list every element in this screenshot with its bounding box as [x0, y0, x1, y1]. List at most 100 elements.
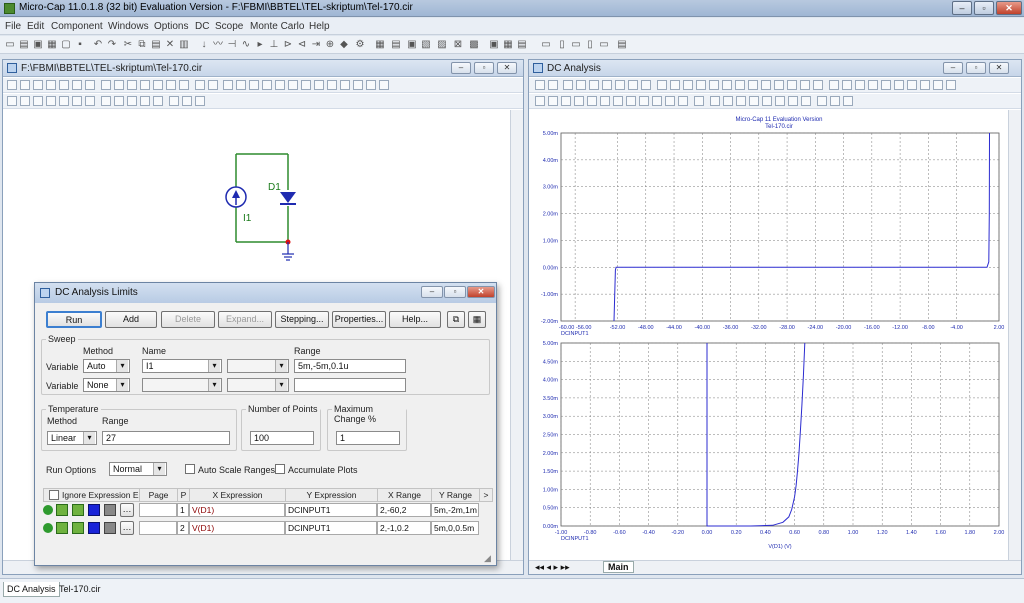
power-icon[interactable] — [166, 80, 176, 90]
global-high-icon[interactable] — [626, 96, 636, 106]
auto-scale-checkbox[interactable] — [185, 464, 195, 474]
row-y-range-cell[interactable]: 5m,-2m,1m — [431, 503, 479, 517]
row-enabled-icon[interactable] — [43, 505, 53, 515]
wire-icon[interactable]: ⊠ — [452, 39, 464, 51]
row-axis-icon[interactable] — [72, 504, 84, 516]
diode-symbol[interactable] — [280, 192, 296, 203]
tab-nav-arrows[interactable]: ◂◂ ◂ ▸ ▸▸ — [535, 562, 570, 573]
row-y-expression-cell[interactable]: DCINPUT1 — [285, 521, 377, 535]
tab-main[interactable]: Main — [603, 561, 634, 573]
menu-options[interactable]: Options — [154, 21, 188, 32]
row-y-expression-cell[interactable]: DCINPUT1 — [285, 503, 377, 517]
voltages-icon[interactable] — [140, 80, 150, 90]
select-icon[interactable] — [7, 80, 17, 90]
delete-button[interactable]: Delete — [161, 311, 215, 328]
page-icon[interactable] — [340, 80, 350, 90]
row-more-button[interactable]: … — [120, 521, 134, 535]
zoom-out-plot-icon[interactable] — [775, 96, 785, 106]
refresh-icon[interactable] — [101, 96, 111, 106]
wire-mode-icon[interactable] — [20, 80, 30, 90]
analysis-list-icon[interactable] — [868, 80, 878, 90]
open-file-icon[interactable]: ▤ — [18, 39, 30, 51]
opamp-icon[interactable]: ⇥ — [310, 39, 322, 51]
copy-icon[interactable]: ⧉ — [136, 39, 148, 51]
analysis-stepping-icon[interactable] — [683, 80, 693, 90]
cursor-right-icon[interactable] — [548, 96, 558, 106]
pan-icon[interactable] — [153, 96, 163, 106]
restore-icon[interactable]: ▫ — [974, 1, 994, 15]
zoom-box-icon[interactable]: ▣ — [488, 39, 500, 51]
grid-icon[interactable]: ▦ — [374, 39, 386, 51]
model-icon[interactable] — [288, 80, 298, 90]
overlay-icon[interactable] — [723, 96, 733, 106]
minor-grid-icon[interactable] — [749, 96, 759, 106]
size-icon[interactable] — [195, 96, 205, 106]
display-icon[interactable] — [195, 80, 205, 90]
analysis-minimize-icon[interactable]: – — [943, 62, 963, 74]
fill-color-icon[interactable] — [694, 96, 704, 106]
analysis-probe-icon[interactable] — [696, 80, 706, 90]
row-color-icon[interactable] — [88, 504, 100, 516]
row-p-cell[interactable]: 1 — [177, 503, 189, 517]
source-icon[interactable]: ⊕ — [324, 39, 336, 51]
analysis-more-icon[interactable] — [933, 80, 943, 90]
warning-icon[interactable] — [301, 80, 311, 90]
analysis-limits-icon[interactable] — [657, 80, 667, 90]
auto-scale-icon[interactable] — [788, 96, 798, 106]
nodes-icon[interactable]: ▨ — [436, 39, 448, 51]
row-p-cell[interactable]: 2 — [177, 521, 189, 535]
redo-icon[interactable]: ↷ — [106, 39, 118, 51]
text-plot-icon[interactable] — [830, 96, 840, 106]
tile-icon[interactable]: ▭ — [540, 39, 552, 51]
resistor-icon[interactable]: 〰 — [212, 39, 224, 51]
dialog-maximize-icon[interactable]: ▫ — [444, 286, 466, 298]
run-button[interactable]: Run — [46, 311, 102, 328]
zoom-fit-icon[interactable] — [140, 96, 150, 106]
label-plot-icon[interactable] — [843, 96, 853, 106]
properties-button[interactable]: Properties... — [332, 311, 386, 328]
sweep-name2-select[interactable] — [142, 378, 222, 392]
mirror-icon[interactable] — [7, 96, 17, 106]
row-x-range-cell[interactable]: 2,-1,0.2 — [377, 521, 431, 535]
tab-dc-analysis[interactable]: DC Analysis — [3, 582, 60, 597]
dialog-close-icon[interactable]: ✕ — [467, 286, 495, 298]
align-icon[interactable] — [46, 96, 56, 106]
analysis-help-icon[interactable] — [907, 80, 917, 90]
conditions-icon[interactable] — [179, 80, 189, 90]
row-more-button[interactable]: … — [120, 503, 134, 517]
page2-icon[interactable] — [353, 80, 363, 90]
calculator-icon[interactable]: ▤ — [616, 39, 628, 51]
analysis-scale-icon[interactable] — [548, 80, 558, 90]
stepping-icon[interactable] — [262, 80, 272, 90]
row-color-icon[interactable] — [88, 522, 100, 534]
accumulate-checkbox[interactable] — [275, 464, 285, 474]
temperature-range-input[interactable]: 27 — [102, 431, 230, 445]
analysis-data-icon[interactable] — [602, 80, 612, 90]
stepping-button[interactable]: Stepping... — [275, 311, 329, 328]
scope-icon[interactable] — [85, 80, 95, 90]
schematic-vertical-scrollbar[interactable] — [510, 110, 523, 560]
text-toggle-icon[interactable] — [208, 80, 218, 90]
menu-help[interactable]: Help — [309, 21, 330, 32]
schematic-close-icon[interactable]: ✕ — [497, 62, 517, 74]
analysis-table-icon[interactable] — [748, 80, 758, 90]
analysis-print-icon[interactable] — [722, 80, 732, 90]
export-icon[interactable] — [366, 80, 376, 90]
analysis-numeric-icon[interactable] — [774, 80, 784, 90]
sweep-extra2-select[interactable] — [227, 378, 289, 392]
menu-edit[interactable]: Edit — [27, 21, 44, 32]
rotate-icon[interactable] — [20, 96, 30, 106]
inflection-icon[interactable] — [613, 96, 623, 106]
top-icon[interactable] — [652, 96, 662, 106]
tile-v-icon[interactable]: ▯ — [584, 39, 596, 51]
analysis-mode-icon[interactable] — [894, 80, 904, 90]
expand-button[interactable]: Expand... — [218, 311, 272, 328]
row-x-expression-cell[interactable]: V(D1) — [189, 503, 285, 517]
analysis-export-icon[interactable] — [735, 80, 745, 90]
schematic-minimize-icon[interactable]: – — [451, 62, 471, 74]
analysis-select-icon[interactable] — [535, 80, 545, 90]
resize-grip-icon[interactable]: ◢ — [484, 553, 494, 563]
battery-icon[interactable]: ⊥ — [268, 39, 280, 51]
menu-dc[interactable]: DC — [195, 21, 209, 32]
pin-icon[interactable] — [249, 80, 259, 90]
